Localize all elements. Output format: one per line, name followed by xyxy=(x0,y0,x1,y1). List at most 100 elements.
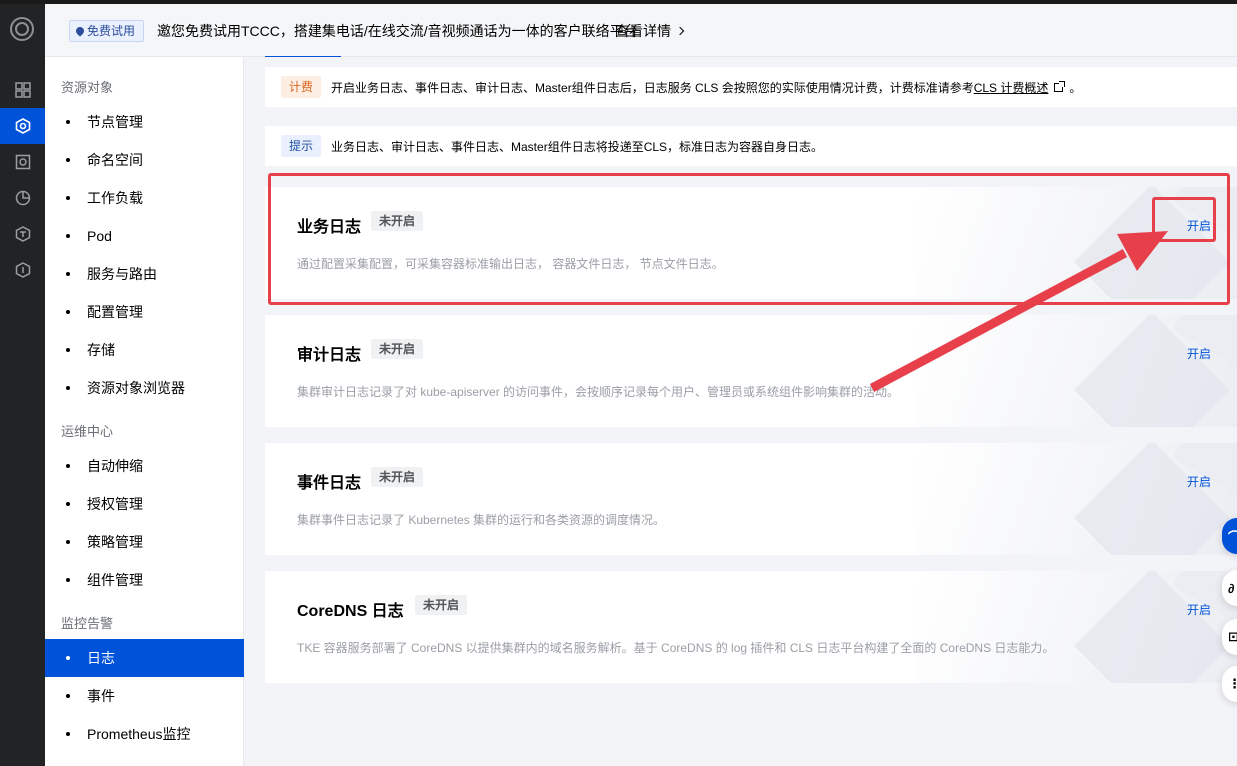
bullet-icon xyxy=(66,272,70,276)
enable-coredns-log-button[interactable]: 开启 xyxy=(1187,601,1211,618)
sidebar: 资源对象 节点管理 命名空间 工作负载 Pod 服务与路由 配置管理 存储 资源… xyxy=(45,57,244,766)
card-description: 通过配置采集配置，可采集容器标准输出日志， 容器文件日志， 节点文件日志。 xyxy=(297,257,724,271)
bullet-icon xyxy=(66,386,70,390)
sidebar-item-config[interactable]: 配置管理 xyxy=(45,293,244,331)
square-target-icon[interactable] xyxy=(0,144,45,180)
sidebar-item-label: 命名空间 xyxy=(87,152,143,168)
tip-text: 业务日志、审计日志、事件日志、Master组件日志将投递至CLS，标准日志为容器… xyxy=(331,139,824,154)
sidebar-item-components[interactable]: 组件管理 xyxy=(45,561,244,599)
sidebar-item-prometheus[interactable]: Prometheus监控 xyxy=(45,715,244,753)
card-description: TKE 容器服务部署了 CoreDNS 以提供集群内的域名服务解析。基于 Cor… xyxy=(297,641,1055,655)
card-title: 事件日志 xyxy=(297,475,362,492)
sidebar-item-services[interactable]: 服务与路由 xyxy=(45,255,244,293)
bullet-icon xyxy=(66,732,70,736)
sidebar-group-title: 资源对象 xyxy=(61,80,114,95)
bullet-icon xyxy=(66,234,70,238)
bullet-icon xyxy=(66,158,70,162)
sidebar-item-label: 节点管理 xyxy=(87,114,143,130)
cube-icon[interactable] xyxy=(0,216,45,252)
container-icon[interactable] xyxy=(0,108,45,144)
bullet-icon xyxy=(66,656,70,660)
chevron-right-icon xyxy=(675,26,685,36)
sidebar-item-label: 资源对象浏览器 xyxy=(87,380,185,396)
external-link-icon[interactable] xyxy=(1054,80,1066,92)
grid-icon[interactable] xyxy=(0,72,45,108)
free-trial-badge[interactable]: 免费试用 xyxy=(69,20,145,42)
free-trial-label: 免费试用 xyxy=(87,24,136,38)
enable-event-log-button[interactable]: 开启 xyxy=(1187,473,1211,490)
sidebar-item-autoscaling[interactable]: 自动伸缩 xyxy=(45,447,244,485)
bullet-icon xyxy=(66,502,70,506)
more-icon: ⋮ xyxy=(1228,676,1237,691)
status-badge: 未开启 xyxy=(371,339,424,359)
sidebar-item-label: 授权管理 xyxy=(87,496,143,512)
bullet-icon xyxy=(66,464,70,468)
hexagon-info-icon[interactable] xyxy=(0,252,45,288)
bullet-icon xyxy=(66,310,70,314)
sidebar-item-authorization[interactable]: 授权管理 xyxy=(45,485,244,523)
card-decoration xyxy=(917,315,1237,427)
icon-rail xyxy=(0,0,45,766)
card-title: 业务日志 xyxy=(297,219,362,236)
sidebar-group-title: 运维中心 xyxy=(61,424,114,439)
sidebar-item-label: 存储 xyxy=(87,342,115,358)
card-title: CoreDNS 日志 xyxy=(297,603,404,620)
sidebar-item-label: 事件 xyxy=(87,688,115,704)
sidebar-item-label: 配置管理 xyxy=(87,304,143,320)
bullet-icon xyxy=(66,120,70,124)
card-title: 审计日志 xyxy=(297,347,362,364)
sidebar-item-resource-browser[interactable]: 资源对象浏览器 xyxy=(45,369,244,407)
sidebar-item-label: Prometheus监控 xyxy=(87,726,191,742)
sidebar-item-workloads[interactable]: 工作负载 xyxy=(45,179,244,217)
status-badge: 未开启 xyxy=(371,211,424,231)
log-card-event: 事件日志 未开启 集群事件日志记录了 Kubernetes 集群的运行和各类资源… xyxy=(265,443,1237,555)
pie-chart-icon[interactable] xyxy=(0,180,45,216)
link-icon: ∂ xyxy=(1228,580,1235,596)
feedback-icon: ⊡ xyxy=(1228,629,1237,644)
billing-text: 开启业务日志、事件日志、审计日志、Master组件日志后，日志服务 CLS 会按… xyxy=(331,80,974,95)
card-decoration xyxy=(917,571,1237,683)
sidebar-item-namespaces[interactable]: 命名空间 xyxy=(45,141,244,179)
view-details-link[interactable]: 查看详情 xyxy=(615,21,685,41)
logo-icon[interactable] xyxy=(10,17,34,41)
sidebar-item-label: 工作负载 xyxy=(87,190,143,206)
bullet-icon xyxy=(66,196,70,200)
tip-tag: 提示 xyxy=(281,135,322,157)
bullet-icon xyxy=(66,540,70,544)
sidebar-group-title: 监控告警 xyxy=(61,616,114,631)
view-details-label: 查看详情 xyxy=(615,23,671,39)
sidebar-item-policy[interactable]: 策略管理 xyxy=(45,523,244,561)
log-card-business: 业务日志 未开启 通过配置采集配置，可采集容器标准输出日志， 容器文件日志， 节… xyxy=(265,187,1237,299)
promo-banner: 免费试用 邀您免费试用TCCC，搭建集电话/在线交流/音视频通话为一体的客户联络… xyxy=(45,4,1237,58)
billing-suffix: 。 xyxy=(1069,80,1082,95)
status-badge: 未开启 xyxy=(371,467,424,487)
sidebar-item-nodes[interactable]: 节点管理 xyxy=(45,103,244,141)
banner-text: 邀您免费试用TCCC，搭建集电话/在线交流/音视频通话为一体的客户联络平台 xyxy=(157,23,638,39)
sidebar-item-storage[interactable]: 存储 xyxy=(45,331,244,369)
sidebar-item-logs[interactable]: 日志 xyxy=(45,639,244,677)
enable-audit-log-button[interactable]: 开启 xyxy=(1187,345,1211,362)
bullet-icon xyxy=(66,348,70,352)
top-strip xyxy=(0,0,1237,4)
cls-billing-link[interactable]: CLS 计费概述 xyxy=(974,79,1049,96)
card-decoration xyxy=(917,443,1237,555)
tip-notice: 提示 业务日志、审计日志、事件日志、Master组件日志将投递至CLS，标准日志… xyxy=(265,126,1237,166)
billing-notice: 计费 开启业务日志、事件日志、审计日志、Master组件日志后，日志服务 CLS… xyxy=(265,67,1237,107)
card-description: 集群审计日志记录了对 kube-apiserver 的访问事件，会按顺序记录每个… xyxy=(297,385,900,399)
bullet-icon xyxy=(66,694,70,698)
drop-icon xyxy=(74,25,86,37)
sidebar-item-label: 组件管理 xyxy=(87,572,143,588)
bullet-icon xyxy=(66,578,70,582)
sidebar-item-label: 自动伸缩 xyxy=(87,458,143,474)
card-description: 集群事件日志记录了 Kubernetes 集群的运行和各类资源的调度情况。 xyxy=(297,513,666,527)
sidebar-item-label: Pod xyxy=(87,228,112,244)
sidebar-item-label: 策略管理 xyxy=(87,534,143,550)
billing-tag: 计费 xyxy=(281,76,322,98)
main-content: 计费 开启业务日志、事件日志、审计日志、Master组件日志后，日志服务 CLS… xyxy=(245,57,1237,766)
sidebar-item-events[interactable]: 事件 xyxy=(45,677,244,715)
enable-business-log-button[interactable]: 开启 xyxy=(1187,217,1211,234)
sidebar-item-pod[interactable]: Pod xyxy=(45,217,244,255)
log-card-coredns: CoreDNS 日志 未开启 TKE 容器服务部署了 CoreDNS 以提供集群… xyxy=(265,571,1237,683)
sidebar-item-label: 日志 xyxy=(87,650,115,666)
log-card-audit: 审计日志 未开启 集群审计日志记录了对 kube-apiserver 的访问事件… xyxy=(265,315,1237,427)
